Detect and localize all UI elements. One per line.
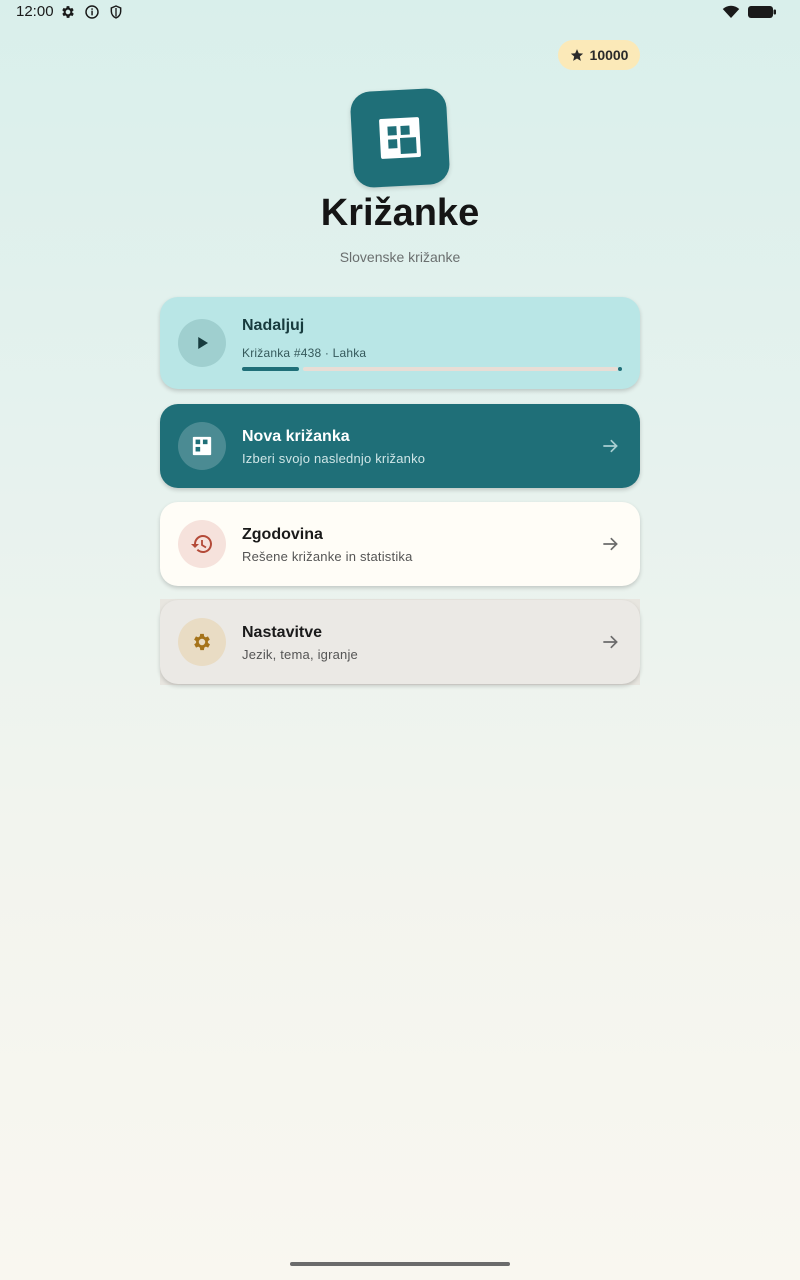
settings-icon <box>62 6 74 18</box>
history-title: Zgodovina <box>242 526 323 543</box>
new-crossword-subtitle: Izberi svojo naslednjo križanko <box>242 451 426 466</box>
settings-icon-circle <box>178 618 226 666</box>
new-crossword-icon-circle <box>178 422 226 470</box>
crossword-grid-icon <box>192 436 212 456</box>
progress-remaining <box>303 367 618 371</box>
continue-card[interactable]: Nadaljuj Križanka #438 · Lahka <box>160 297 640 389</box>
progress-fill <box>242 367 299 371</box>
shield-icon <box>110 5 122 19</box>
battery-icon <box>748 6 776 18</box>
continue-icon-circle <box>178 319 226 367</box>
star-icon <box>570 49 583 61</box>
history-icon-circle <box>178 520 226 568</box>
settings-title: Nastavitve <box>242 624 323 641</box>
history-subtitle: Rešene križanke in statistika <box>242 549 413 564</box>
app-subtitle: Slovenske križanke <box>339 249 461 265</box>
app-title: Križanke <box>320 192 480 234</box>
crossword-grid-icon <box>379 117 421 159</box>
play-icon <box>198 337 208 349</box>
arrow-right-icon <box>603 439 618 453</box>
gear-icon <box>194 633 210 651</box>
history-icon <box>191 535 212 553</box>
history-card[interactable]: Zgodovina Rešene križanke in statistika <box>160 502 640 586</box>
progress-end-dot <box>618 367 622 371</box>
status-time: 12:00 <box>16 3 54 20</box>
status-bar: 12:00 <box>0 0 800 24</box>
settings-card[interactable]: Nastavitve Jezik, tema, igranje <box>160 600 640 684</box>
wifi-icon <box>722 5 740 18</box>
app-logo <box>349 87 451 189</box>
coins-value: 10000 <box>589 47 629 63</box>
arrow-right-icon <box>603 537 618 551</box>
arrow-right-icon <box>603 635 618 649</box>
coins-badge[interactable]: 10000 <box>558 40 640 70</box>
continue-progress-bar <box>242 367 622 371</box>
continue-title: Nadaljuj <box>242 317 305 334</box>
continue-subtitle: Križanka #438 · Lahka <box>242 346 367 360</box>
new-crossword-card[interactable]: Nova križanka Izberi svojo naslednjo kri… <box>160 404 640 488</box>
info-icon <box>85 5 99 19</box>
home-indicator[interactable] <box>290 1262 510 1266</box>
settings-subtitle: Jezik, tema, igranje <box>242 647 358 662</box>
new-crossword-title: Nova križanka <box>242 428 350 445</box>
